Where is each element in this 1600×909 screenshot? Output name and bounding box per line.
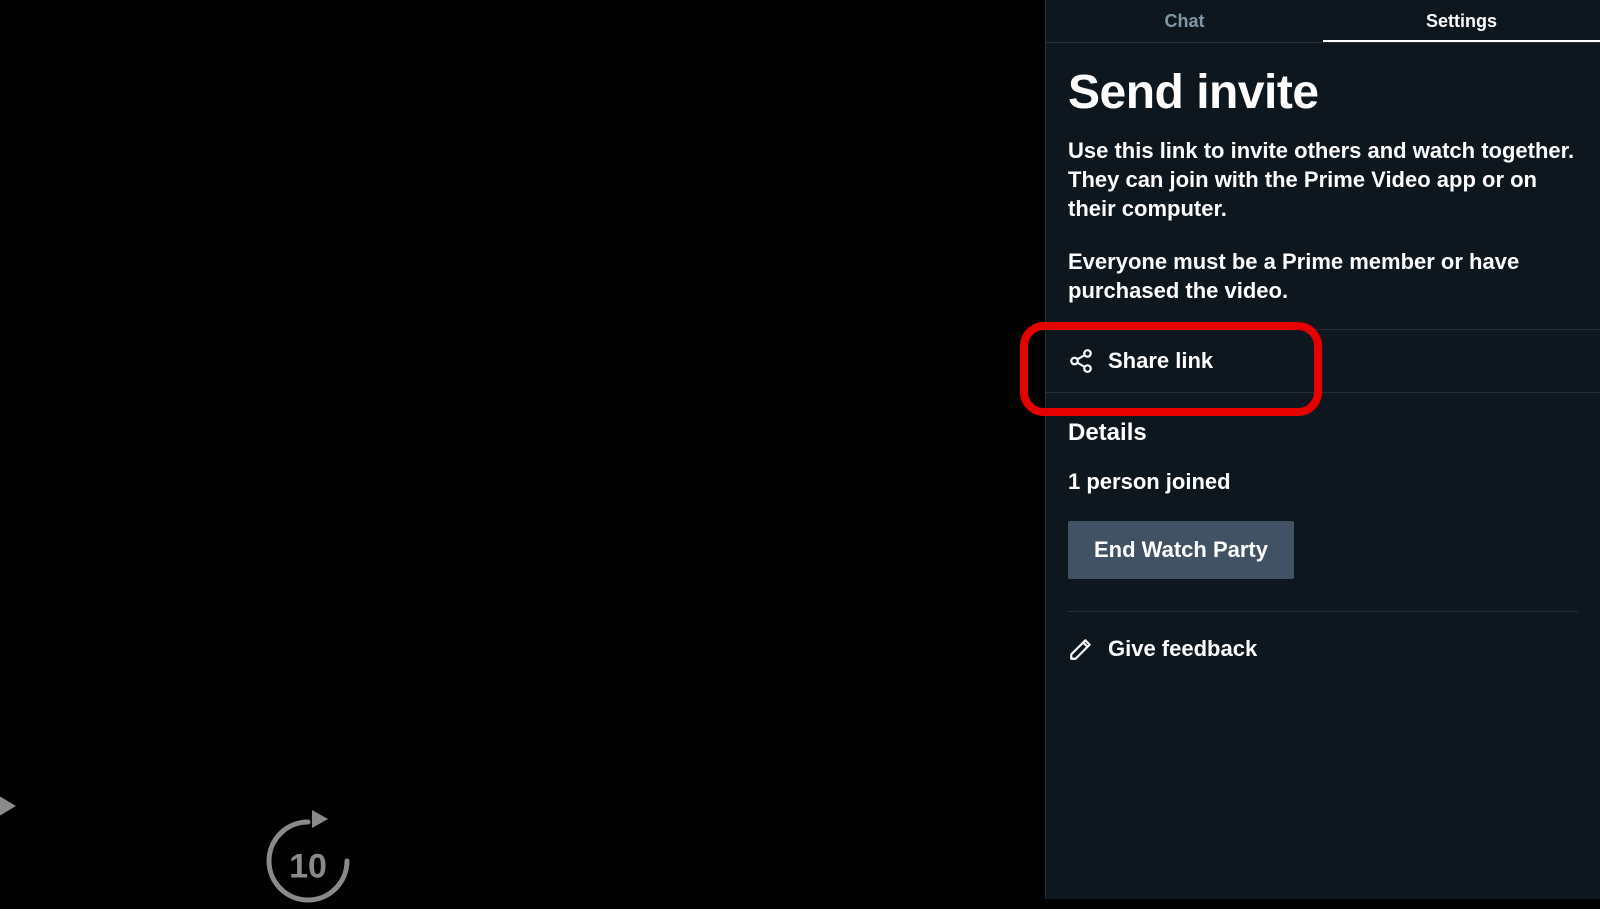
- invite-description-2: Everyone must be a Prime member or have …: [1068, 247, 1578, 305]
- tab-settings[interactable]: Settings: [1323, 0, 1600, 42]
- play-icon[interactable]: [0, 793, 16, 819]
- watch-party-sidebar: Chat Settings Send invite Use this link …: [1045, 0, 1600, 899]
- give-feedback-label: Give feedback: [1108, 636, 1257, 662]
- tab-chat[interactable]: Chat: [1046, 0, 1323, 42]
- share-link-button[interactable]: Share link: [1046, 329, 1600, 393]
- share-link-label: Share link: [1108, 348, 1213, 374]
- send-invite-section: Send invite Use this link to invite othe…: [1046, 43, 1600, 329]
- invite-description-1: Use this link to invite others and watch…: [1068, 136, 1578, 223]
- participants-count: 1 person joined: [1068, 469, 1578, 495]
- skip-amount-label: 10: [289, 847, 327, 886]
- video-player-area[interactable]: 10: [0, 0, 1045, 899]
- details-section: Details 1 person joined End Watch Party: [1046, 393, 1600, 579]
- share-icon: [1068, 348, 1094, 374]
- details-heading: Details: [1068, 419, 1578, 447]
- tab-settings-label: Settings: [1426, 11, 1497, 32]
- end-watch-party-button[interactable]: End Watch Party: [1068, 521, 1294, 579]
- sidebar-tabs: Chat Settings: [1046, 0, 1600, 43]
- pencil-icon: [1068, 636, 1094, 662]
- send-invite-title: Send invite: [1068, 65, 1578, 120]
- skip-forward-button[interactable]: 10: [260, 813, 356, 909]
- end-watch-party-label: End Watch Party: [1094, 537, 1268, 562]
- give-feedback-button[interactable]: Give feedback: [1046, 612, 1600, 686]
- tab-chat-label: Chat: [1165, 11, 1205, 32]
